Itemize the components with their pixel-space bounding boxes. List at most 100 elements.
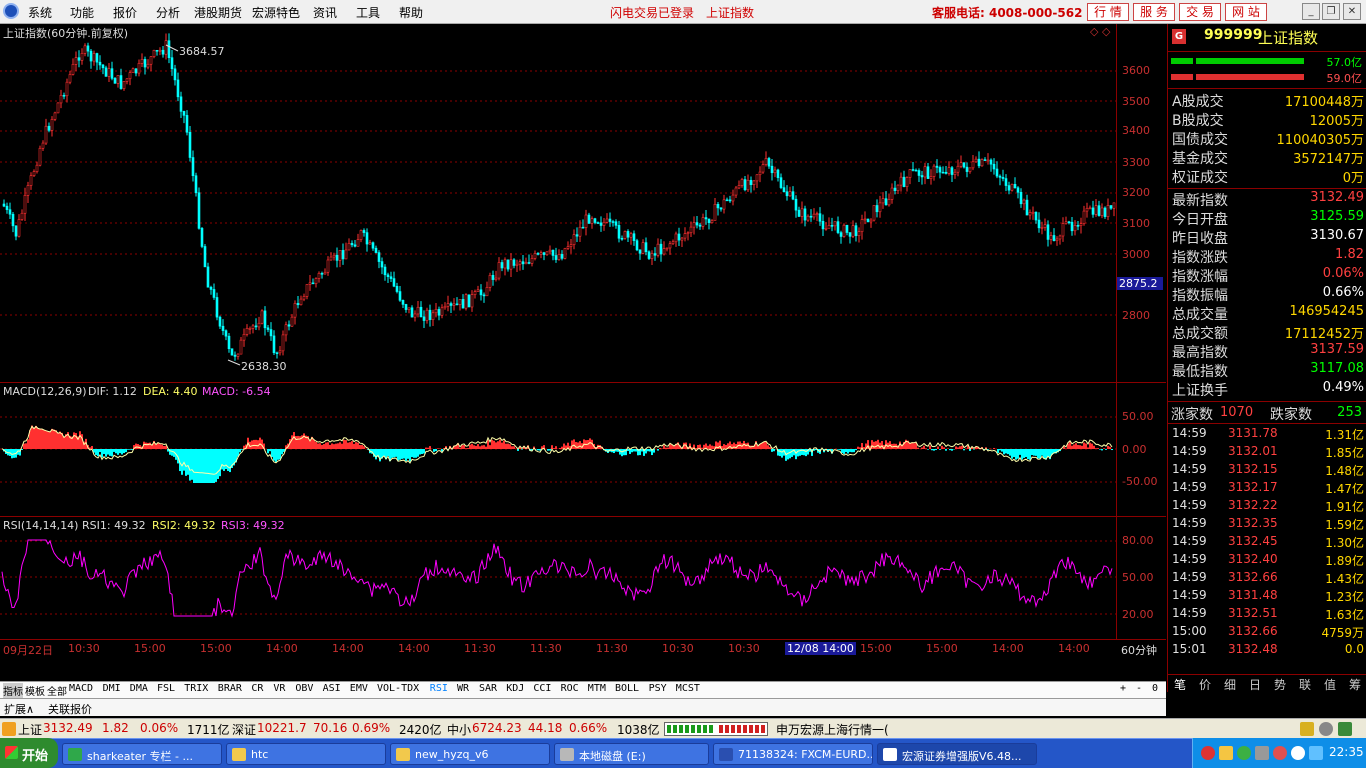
menu-hk-futures[interactable]: 港股期货	[194, 4, 242, 21]
tray-volume-icon[interactable]	[1255, 746, 1269, 760]
stat-label: 总成交额	[1172, 326, 1228, 342]
candle-body	[746, 179, 750, 191]
indicator-tab[interactable]: SAR	[479, 683, 497, 694]
indicator-tab[interactable]: BOLL	[615, 683, 639, 694]
menu-news[interactable]: 资讯	[313, 4, 337, 21]
zx-change: 44.18	[528, 721, 563, 735]
minimize-icon[interactable]: _	[1302, 3, 1320, 20]
tick-row[interactable]: 14:59 3132.66 1.43亿	[1168, 569, 1366, 587]
indicator-tab[interactable]: CCI	[533, 683, 551, 694]
tick-row[interactable]: 14:59 3131.78 1.31亿	[1168, 425, 1366, 443]
tray-qq-icon[interactable]	[1309, 746, 1323, 760]
tray-ime-icon[interactable]	[1219, 746, 1233, 760]
tick-row[interactable]: 14:59 3132.15 1.48亿	[1168, 461, 1366, 479]
tray-update-icon[interactable]	[1291, 746, 1305, 760]
tick-volume: 1.43亿	[1325, 572, 1364, 586]
indicator-tab[interactable]: OBV	[295, 683, 313, 694]
period-selector[interactable]: 60分钟	[1121, 642, 1157, 658]
zoom-button[interactable]: +	[1120, 683, 1126, 694]
tick-row[interactable]: 14:59 3132.45 1.30亿	[1168, 533, 1366, 551]
indicator-tab[interactable]: FSL	[157, 683, 175, 694]
indicator-tab[interactable]: DMA	[130, 683, 148, 694]
tick-row[interactable]: 14:59 3132.17 1.47亿	[1168, 479, 1366, 497]
stat-row: 国债成交 110040305万	[1168, 129, 1366, 148]
menu-help[interactable]: 帮助	[399, 4, 423, 21]
news-ticker[interactable]: 申万宏源上海行情一(	[776, 721, 889, 738]
zoom-button[interactable]: 0	[1152, 683, 1158, 694]
menu-quote[interactable]: 报价	[113, 4, 137, 21]
indicator-tab[interactable]: PSY	[649, 683, 667, 694]
tray-app-icon[interactable]	[1201, 746, 1215, 760]
sidebar-tab[interactable]: 日	[1249, 676, 1261, 693]
menu-analysis[interactable]: 分析	[156, 4, 180, 21]
task-folder-htc[interactable]: htc	[226, 743, 386, 765]
menu-tools[interactable]: 工具	[356, 4, 380, 21]
task-fxcm[interactable]: 71138324: FXCM-EURD...	[713, 743, 873, 765]
close-icon[interactable]: ✕	[1343, 3, 1361, 20]
zoom-button[interactable]: -	[1136, 683, 1142, 694]
indicator-tab[interactable]: WR	[457, 683, 469, 694]
connection-icon[interactable]	[1338, 722, 1352, 736]
clock[interactable]: 22:35	[1329, 745, 1364, 759]
candle-body	[881, 198, 885, 204]
nav-quote-button[interactable]: 行 情	[1087, 3, 1129, 21]
tray-security-icon[interactable]	[1273, 746, 1287, 760]
indicator-tab[interactable]: VR	[273, 683, 285, 694]
sidebar-tab[interactable]: 细	[1224, 676, 1236, 693]
indicator-tab[interactable]: CR	[251, 683, 263, 694]
chart-canvas[interactable]: 3684.57 2638.30	[0, 24, 1116, 640]
indicator-tab[interactable]: RSI	[430, 683, 448, 694]
indicator-tab[interactable]: 模板	[25, 683, 45, 698]
candle-body	[716, 203, 720, 209]
candle-body	[185, 115, 189, 133]
indicator-tab[interactable]: TRIX	[184, 683, 208, 694]
task-folder-new[interactable]: new_hyzq_v6	[390, 743, 550, 765]
sidebar-tab[interactable]: 联	[1299, 676, 1311, 693]
candle-body	[263, 310, 267, 329]
indicator-tab[interactable]: MTM	[588, 683, 606, 694]
indicator-tab[interactable]: KDJ	[506, 683, 524, 694]
sidebar-tab[interactable]: 值	[1324, 676, 1336, 693]
indicator-tab[interactable]: ROC	[561, 683, 579, 694]
sidebar-tab[interactable]: 笔	[1174, 676, 1186, 693]
sidebar-tab[interactable]: 势	[1274, 676, 1286, 693]
chart-area[interactable]: 上证指数(60分钟.前复权) ◇ ◇ MACD(12,26,9) DIF: 1.…	[0, 24, 1166, 716]
nav-trade-button[interactable]: 交 易	[1179, 3, 1221, 21]
tick-row[interactable]: 14:59 3132.22 1.91亿	[1168, 497, 1366, 515]
task-hongyuan-active[interactable]: 宏源证券增强版V6.48...	[877, 743, 1037, 765]
tray-network-icon[interactable]	[1237, 746, 1251, 760]
menu-system[interactable]: 系统	[28, 4, 52, 21]
tick-row[interactable]: 14:59 3132.51 1.63亿	[1168, 605, 1366, 623]
tick-row[interactable]: 14:59 3131.48 1.23亿	[1168, 587, 1366, 605]
indicator-tab[interactable]: VOL-TDX	[377, 683, 419, 694]
expand-tab[interactable]: 扩展∧	[4, 701, 34, 717]
task-drive[interactable]: 本地磁盘 (E:)	[554, 743, 709, 765]
indicator-tab[interactable]: 全部	[47, 683, 67, 698]
task-browser[interactable]: sharkeater 专栏 - ...	[62, 743, 222, 765]
menu-hongyuan[interactable]: 宏源特色	[252, 4, 300, 21]
sidebar-tab[interactable]: 价	[1199, 676, 1211, 693]
tick-row[interactable]: 14:59 3132.01 1.85亿	[1168, 443, 1366, 461]
sidebar-tab[interactable]: 筹	[1349, 676, 1361, 693]
indicator-tab[interactable]: BRAR	[218, 683, 242, 694]
candle-body	[1040, 227, 1044, 229]
restore-icon[interactable]: ❐	[1322, 3, 1340, 20]
menu-function[interactable]: 功能	[70, 4, 94, 21]
start-button[interactable]: 开始	[0, 738, 58, 768]
tick-row[interactable]: 14:59 3132.35 1.59亿	[1168, 515, 1366, 533]
settings-gear-icon[interactable]	[1319, 722, 1333, 736]
indicator-tab[interactable]: ASI	[323, 683, 341, 694]
indicator-tab[interactable]: MACD	[69, 683, 93, 694]
nav-website-button[interactable]: 网 站	[1225, 3, 1267, 21]
related-quotes-tab[interactable]: 关联报价	[48, 701, 92, 717]
nav-service-button[interactable]: 服 务	[1133, 3, 1175, 21]
candle-body	[437, 309, 441, 316]
tick-row[interactable]: 15:01 3132.48 0.0	[1168, 641, 1366, 659]
indicator-tab[interactable]: EMV	[350, 683, 368, 694]
indicator-tab[interactable]: DMI	[103, 683, 121, 694]
indicator-tab[interactable]: 指标	[3, 683, 23, 698]
tick-row[interactable]: 15:00 3132.66 4759万	[1168, 623, 1366, 641]
tray-notice-icon[interactable]	[1300, 722, 1314, 736]
indicator-tab[interactable]: MCST	[676, 683, 700, 694]
tick-row[interactable]: 14:59 3132.40 1.89亿	[1168, 551, 1366, 569]
